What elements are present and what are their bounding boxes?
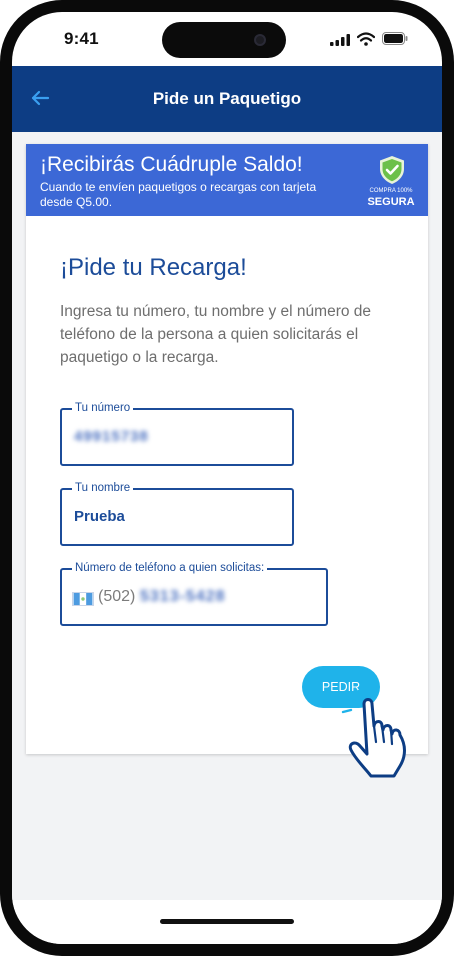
- signal-icon: [330, 34, 350, 46]
- promo-title: ¡Recibirás Cuádruple Saldo!: [40, 153, 303, 176]
- screen: 9:41 Pide un Paquetigo ¡Recibirás Cuádru…: [12, 12, 442, 944]
- guatemala-flag-icon: [72, 592, 94, 606]
- status-time: 9:41: [64, 29, 99, 48]
- phone-frame: 9:41 Pide un Paquetigo ¡Recibirás Cuádru…: [0, 0, 454, 956]
- your-number-value[interactable]: 49915738: [74, 428, 149, 445]
- form-description: Ingresa tu número, tu nombre y el número…: [60, 303, 372, 366]
- battery-icon: [382, 32, 408, 45]
- app-header: Pide un Paquetigo: [12, 66, 442, 132]
- your-name-field[interactable]: Tu nombre Prueba: [60, 482, 294, 546]
- home-indicator[interactable]: [160, 919, 294, 924]
- form-heading: ¡Pide tu Recarga!: [60, 254, 247, 281]
- camera-icon: [254, 34, 266, 46]
- home-indicator-area: [12, 900, 442, 944]
- your-name-label: Tu nombre: [72, 482, 134, 495]
- your-name-value[interactable]: Prueba: [74, 508, 125, 525]
- your-number-label: Tu número: [72, 402, 134, 415]
- page-title: Pide un Paquetigo: [152, 89, 302, 108]
- secure-badge-small-text: COMPRA 100%: [369, 188, 413, 194]
- promo-banner: ¡Recibirás Cuádruple Saldo! Cuando te en…: [26, 144, 428, 216]
- your-number-field[interactable]: Tu número 49915738: [60, 402, 294, 466]
- dynamic-island: [162, 22, 286, 58]
- promo-subtitle: Cuando te envíen paquetigos o recargas c…: [40, 180, 317, 209]
- recipient-phone-field[interactable]: Número de teléfono a quien solicitas: (5…: [60, 562, 328, 626]
- wifi-icon: [357, 32, 375, 46]
- secure-badge-text: SEGURA: [367, 196, 415, 208]
- main-content: ¡Recibirás Cuádruple Saldo! Cuando te en…: [12, 132, 442, 900]
- country-code: (502): [98, 588, 136, 605]
- recipient-phone-value[interactable]: 5313-5428: [140, 588, 226, 606]
- recipient-phone-label: Número de teléfono a quien solicitas:: [72, 562, 268, 575]
- status-bar: 9:41: [12, 12, 442, 66]
- pointing-hand-icon: [341, 690, 406, 778]
- shield-check-icon: [380, 156, 404, 184]
- request-card: ¡Recibirás Cuádruple Saldo! Cuando te en…: [26, 144, 428, 778]
